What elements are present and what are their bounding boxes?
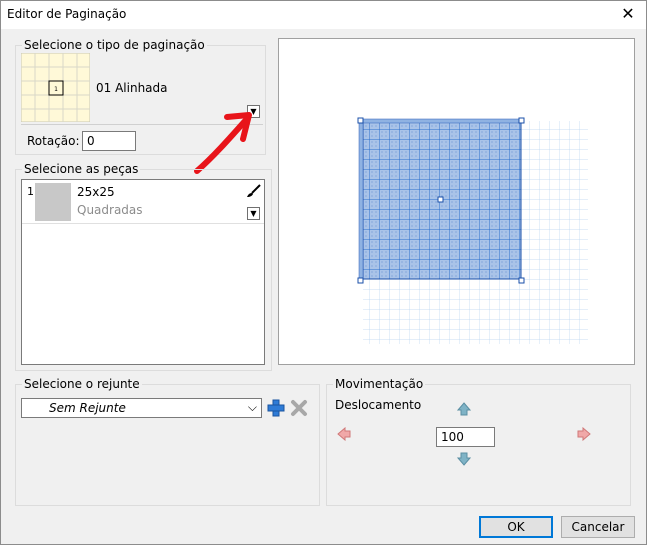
brush-icon[interactable] (246, 184, 262, 198)
arrow-left-icon[interactable] (337, 427, 351, 441)
movement-group-label: Movimentação (333, 377, 426, 391)
pieces-list[interactable]: 1 25x25 Quadradas ▼ (21, 179, 265, 365)
grout-select[interactable]: Sem Rejunte ⌵ (21, 398, 262, 418)
thumbnail-number: 1 (54, 86, 58, 93)
ok-button[interactable]: OK (479, 516, 553, 538)
resize-handle-bottom-left[interactable] (357, 277, 364, 284)
pagination-type-label: Selecione o tipo de paginação (22, 38, 207, 52)
remove-grout-icon[interactable] (290, 399, 308, 417)
rotation-input[interactable]: 0 (82, 131, 136, 151)
pieces-group-label: Selecione as peças (22, 162, 141, 176)
piece-type: Quadradas (77, 203, 143, 217)
pagination-preview[interactable] (278, 38, 635, 365)
piece-dropdown-icon[interactable]: ▼ (247, 207, 260, 220)
preview-canvas (357, 117, 588, 344)
center-handle[interactable] (437, 196, 444, 203)
pagination-selected-name: 01 Alinhada (96, 81, 168, 95)
window-title: Editor de Paginação (7, 7, 127, 21)
arrow-down-icon[interactable] (457, 452, 471, 466)
resize-handle-top-right[interactable] (518, 117, 525, 124)
grout-selected-value: Sem Rejunte (49, 401, 126, 415)
arrow-right-icon[interactable] (577, 427, 591, 441)
piece-size: 25x25 (77, 185, 115, 199)
cancel-button[interactable]: Cancelar (561, 516, 635, 538)
chevron-down-icon: ⌵ (247, 400, 257, 414)
add-grout-icon[interactable] (267, 399, 285, 417)
close-icon[interactable]: ✕ (616, 3, 640, 25)
pagination-thumbnail[interactable]: 1 (21, 53, 90, 122)
resize-handle-bottom-right[interactable] (518, 277, 525, 284)
grout-group-label: Selecione o rejunte (22, 377, 142, 391)
title-bar: Editor de Paginação ✕ (1, 1, 646, 29)
resize-handle-top-left[interactable] (357, 117, 364, 124)
arrow-up-icon[interactable] (457, 402, 471, 416)
offset-input[interactable]: 100 (436, 427, 495, 447)
pagination-editor-window: Editor de Paginação ✕ Selecione o tipo d… (0, 0, 647, 545)
list-item[interactable]: 1 25x25 Quadradas ▼ (22, 180, 264, 224)
rotation-label: Rotação: (27, 134, 80, 148)
piece-index: 1 (27, 185, 34, 198)
piece-swatch (35, 183, 71, 221)
offset-label: Deslocamento (335, 398, 422, 412)
